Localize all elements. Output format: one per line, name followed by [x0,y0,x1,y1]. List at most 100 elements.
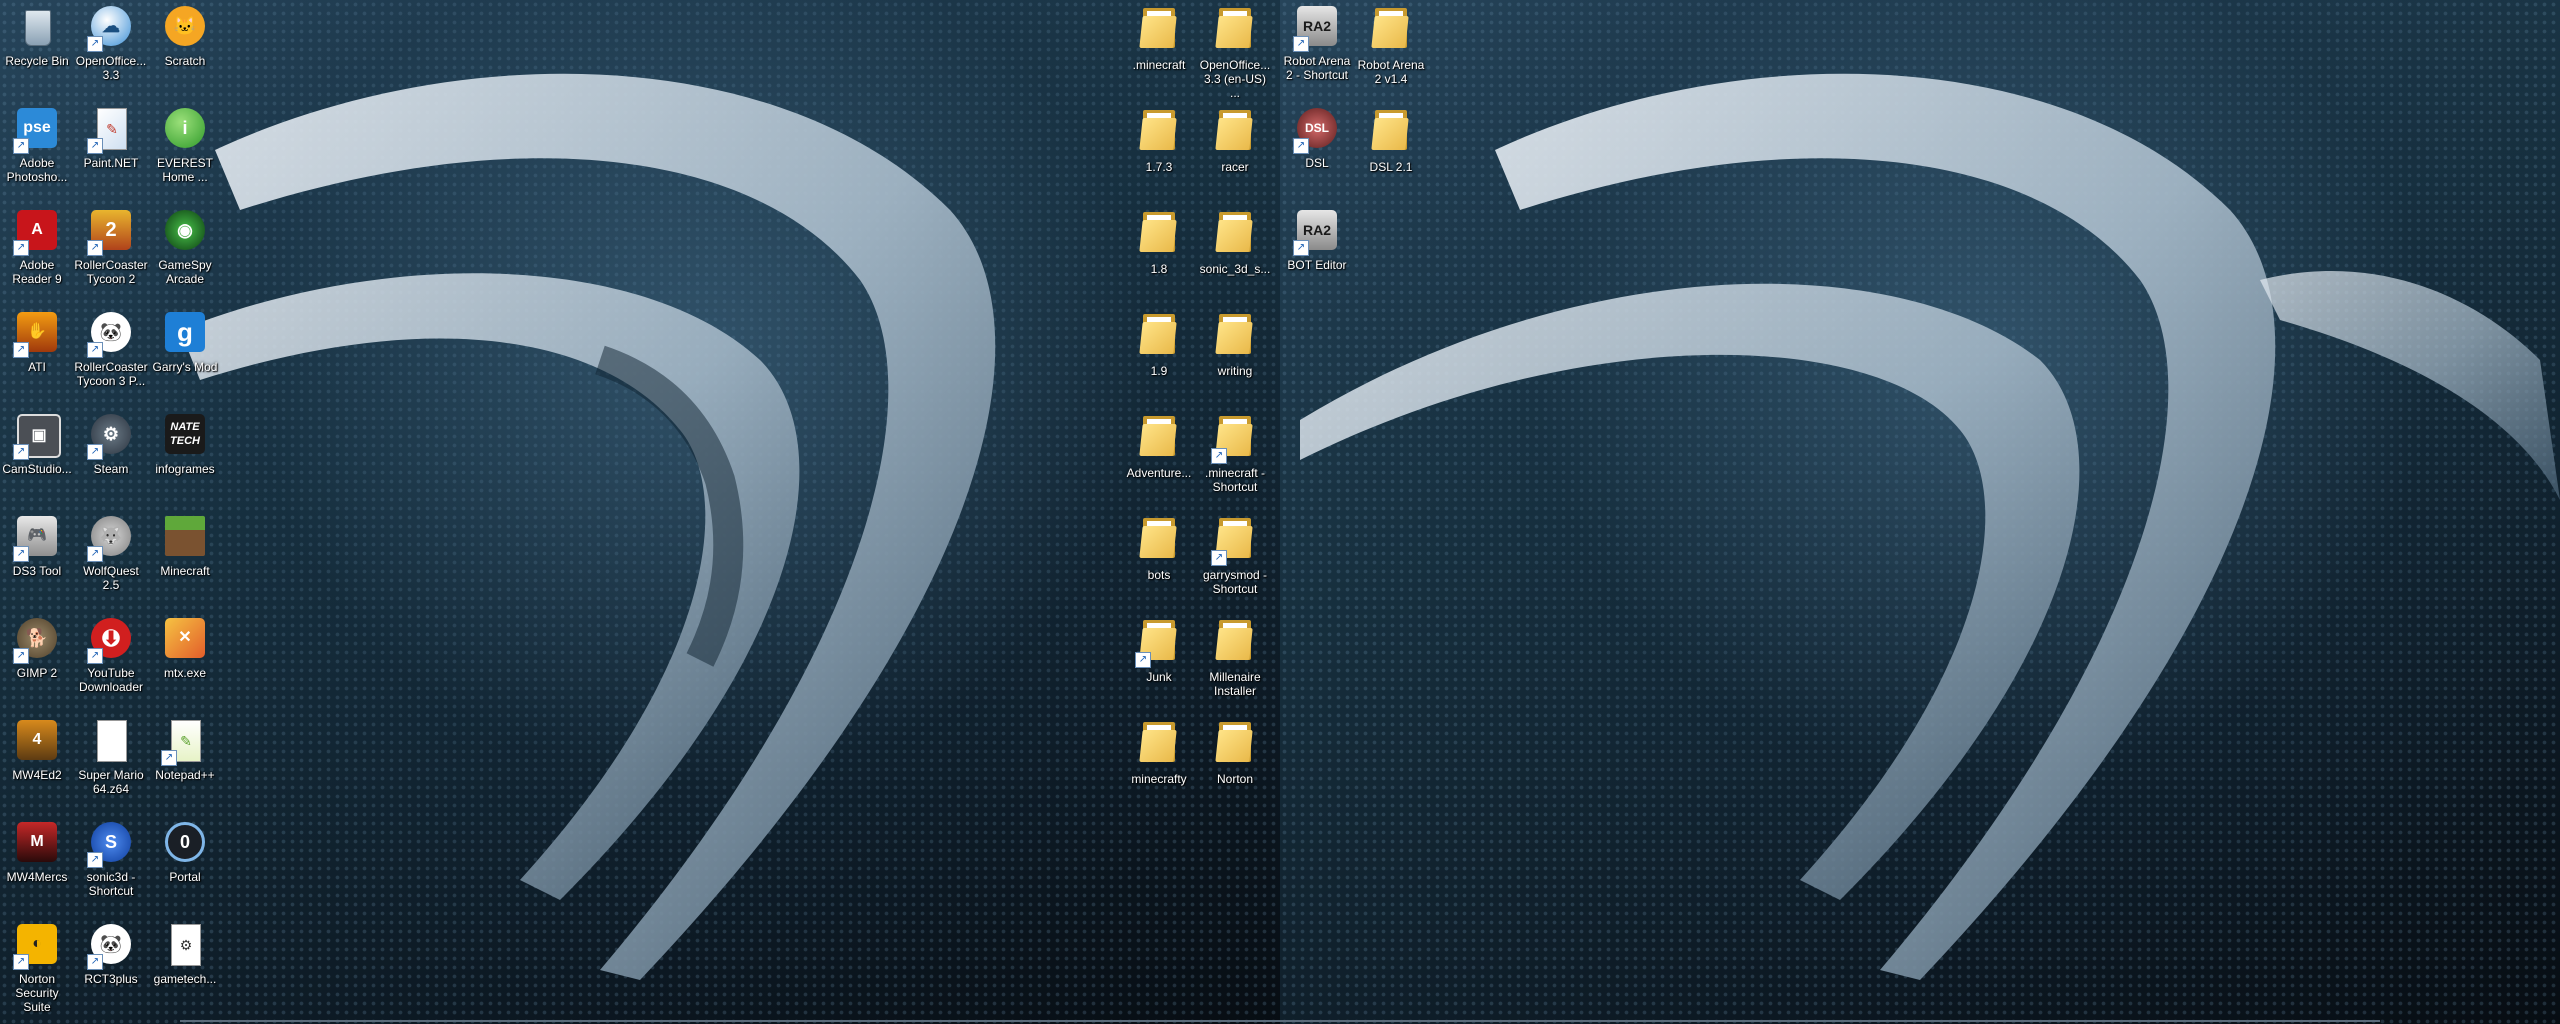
desktop-icon-label: Paint.NET [83,156,139,170]
rollercoaster-tycoon-icon: 2 ↗ [87,208,135,256]
shortcut-arrow-icon: ↗ [87,342,103,358]
desktop-icon-gimp[interactable]: 🐕 ↗ GIMP 2 [0,616,74,680]
openoffice-icon: ☁ ↗ [87,4,135,52]
desktop-icon-label: Super Mario 64.z64 [78,768,144,796]
infogrames-icon: NATE TECH [161,412,209,460]
desktop-icon-label: RollerCoaster Tycoon 2 [74,258,148,286]
folder-icon [1211,212,1259,260]
folder-robot-arena-2-v1-4[interactable]: Robot Arena 2 v1.4 [1354,4,1428,86]
desktop-icon-gamespy[interactable]: ◉ GameSpy Arcade [148,208,222,286]
desktop-icon-garrys-mod[interactable]: g Garry's Mod [148,310,222,374]
desktop-icon-portal[interactable]: 0 Portal [148,820,222,884]
rct3plus-icon: 🐼 ↗ [87,922,135,970]
desktop-icon-minecraft[interactable]: Minecraft [148,514,222,578]
sonic-icon: S ↗ [87,820,135,868]
desktop-icon-scratch[interactable]: 🐱 Scratch [148,4,222,68]
folder-adventure[interactable]: Adventure... [1122,412,1196,480]
desktop-icon-rct3plus[interactable]: 🐼 ↗ RCT3plus [74,922,148,986]
steam-icon: ⚙ ↗ [87,412,135,460]
folder-icon [1135,722,1183,770]
folder-writing[interactable]: writing [1198,310,1272,378]
folder-garrysmod-shortcut[interactable]: ↗ garrysmod - Shortcut [1198,514,1272,596]
desktop-icon-label: GameSpy Arcade [158,258,212,286]
shortcut-arrow-icon: ↗ [13,954,29,970]
desktop-icon-paintnet[interactable]: ✎ ↗ Paint.NET [74,106,148,170]
desktop-icon-label: OpenOffice... 3.3 (en-US) ... [1199,58,1271,100]
desktop-icon-mtx[interactable]: ✕ mtx.exe [148,616,222,680]
desktop-icon-dsl[interactable]: DSL ↗ DSL [1280,106,1354,170]
shortcut-arrow-icon: ↗ [87,36,103,52]
desktop-icon-notepadpp[interactable]: ✎ ↗ Notepad++ [148,718,222,782]
desktop-icon-rct2[interactable]: 2 ↗ RollerCoaster Tycoon 2 [74,208,148,286]
desktop-icon-label: Notepad++ [155,768,215,782]
desktop-icon-mw4ed2[interactable]: 4 MW4Ed2 [0,718,74,782]
folder-sonic-3d[interactable]: sonic_3d_s... [1198,208,1272,276]
folder-icon [1135,518,1183,566]
desktop-icon-label: 1.7.3 [1145,160,1173,174]
desktop-icon-label: .minecraft [1132,58,1186,72]
shortcut-arrow-icon: ↗ [13,444,29,460]
folder-icon [1211,722,1259,770]
everest-icon: i [161,106,209,154]
desktop-icon-label: Adobe Reader 9 [12,258,62,286]
folder-dsl-2-1[interactable]: DSL 2.1 [1354,106,1428,174]
shortcut-arrow-icon: ↗ [1293,240,1309,256]
folder-openoffice-install[interactable]: OpenOffice... 3.3 (en-US) ... [1198,4,1272,100]
desktop-icon-infogrames[interactable]: NATE TECH infogrames [148,412,222,476]
folder-1-9[interactable]: 1.9 [1122,310,1196,378]
desktop-icon-everest[interactable]: i EVEREST Home ... [148,106,222,184]
folder-millenaire-installer[interactable]: Millenaire Installer [1198,616,1272,698]
shortcut-arrow-icon: ↗ [13,546,29,562]
folder-1-8[interactable]: 1.8 [1122,208,1196,276]
folder-minecraft[interactable]: .minecraft [1122,4,1196,72]
shortcut-arrow-icon: ↗ [13,138,29,154]
desktop-icon-sonic3d[interactable]: S ↗ sonic3d - Shortcut [74,820,148,898]
desktop-icon-label: MW4Mercs [6,870,68,884]
folder-norton[interactable]: Norton [1198,718,1272,786]
folder-1-7-3[interactable]: 1.7.3 [1122,106,1196,174]
shortcut-arrow-icon: ↗ [1293,36,1309,52]
folder-icon: ↗ [1211,416,1259,464]
desktop-icon-openoffice[interactable]: ☁ ↗ OpenOffice... 3.3 [74,4,148,82]
desktop-icon-photoshop[interactable]: pse ↗ Adobe Photosho... [0,106,74,184]
desktop-icon-label: MW4Ed2 [12,768,62,782]
portal-icon: 0 [161,820,209,868]
desktop-icon-label: infogrames [155,462,215,476]
desktop-icon-mw4mercs[interactable]: M MW4Mercs [0,820,74,884]
robot-arena-icon: RA2 ↗ [1293,4,1341,52]
shortcut-arrow-icon: ↗ [87,546,103,562]
desktop-icon-label: Recycle Bin [5,54,69,68]
desktop-icon-super-mario[interactable]: Super Mario 64.z64 [74,718,148,796]
desktop-icon-norton-security[interactable]: ◐ ↗ Norton Security Suite [0,922,74,1014]
desktop-icon-wolfquest[interactable]: 🐺 ↗ WolfQuest 2.5 [74,514,148,592]
photoshop-icon: pse ↗ [13,106,61,154]
desktop-icon-youtube-downloader[interactable]: ⬇ ↗ YouTube Downloader [74,616,148,694]
desktop-icon-camstudio[interactable]: ▣ ↗ CamStudio... [0,412,74,476]
folder-icon [1135,8,1183,56]
desktop[interactable]: Recycle Bin ☁ ↗ OpenOffice... 3.3 🐱 Scra… [0,0,2560,1024]
shortcut-arrow-icon: ↗ [1135,652,1151,668]
desktop-icon-label: OpenOffice... 3.3 [75,54,147,82]
shortcut-arrow-icon: ↗ [13,648,29,664]
folder-racer[interactable]: racer [1198,106,1272,174]
folder-junk[interactable]: ↗ Junk [1122,616,1196,684]
norton-icon: ◐ ↗ [13,922,61,970]
folder-icon [1135,416,1183,464]
desktop-icon-ds3-tool[interactable]: 🎮 ↗ DS3 Tool [0,514,74,578]
desktop-icon-ati[interactable]: ✋ ↗ ATI [0,310,74,374]
desktop-icon-adobe-reader[interactable]: A ↗ Adobe Reader 9 [0,208,74,286]
desktop-icon-label: racer [1221,160,1249,174]
desktop-icon-bot-editor[interactable]: RA2 ↗ BOT Editor [1280,208,1354,272]
folder-minecrafty[interactable]: minecrafty [1122,718,1196,786]
folder-bots[interactable]: bots [1122,514,1196,582]
desktop-icon-recycle-bin[interactable]: Recycle Bin [0,4,74,68]
desktop-icon-label: Scratch [164,54,206,68]
desktop-icon-robot-arena-shortcut[interactable]: RA2 ↗ Robot Arena 2 - Shortcut [1280,4,1354,82]
desktop-icon-gametech[interactable]: ⚙ gametech... [148,922,222,986]
desktop-icon-steam[interactable]: ⚙ ↗ Steam [74,412,148,476]
desktop-icon-rct3[interactable]: 🐼 ↗ RollerCoaster Tycoon 3 P... [74,310,148,388]
desktop-icon-label: EVEREST Home ... [156,156,213,184]
folder-minecraft-shortcut[interactable]: ↗ .minecraft - Shortcut [1198,412,1272,494]
shortcut-arrow-icon: ↗ [87,240,103,256]
desktop-icon-label: DSL 2.1 [1369,160,1413,174]
